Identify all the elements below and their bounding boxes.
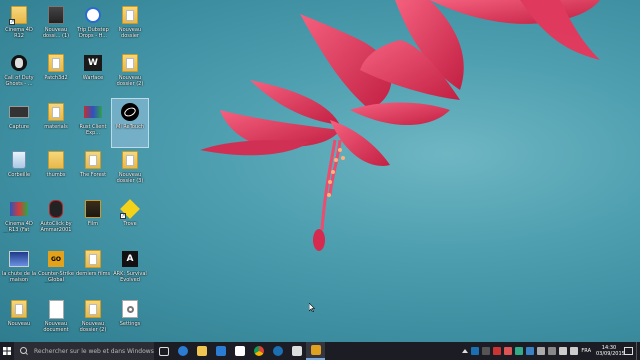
chrome-button[interactable] <box>249 342 268 360</box>
tray-app-icon[interactable] <box>470 347 479 355</box>
folder-icon <box>120 150 140 170</box>
desktop-icon[interactable]: GO Counter-Strike Global Offensive <box>38 246 74 294</box>
clock-date: 03/09/2015 <box>596 351 625 357</box>
text-document-icon <box>46 299 66 319</box>
desktop[interactable]: ↗ Cinema 4D R12 Call of Duty Ghosts - ..… <box>0 0 640 342</box>
folder-icon <box>120 53 140 73</box>
mouse-icon <box>46 199 66 219</box>
desktop-icon[interactable]: The Forest <box>75 147 111 195</box>
desktop-icon[interactable]: Corbeille <box>1 147 37 195</box>
recycle-bin-icon <box>9 150 29 170</box>
folder-icon <box>46 5 66 25</box>
rust-client-icon <box>83 102 103 122</box>
taskbar: Rechercher sur le web et dans Windows FR… <box>0 342 640 360</box>
video-file-icon <box>9 249 29 269</box>
search-placeholder: Rechercher sur le web et dans Windows <box>34 347 154 355</box>
task-view-button[interactable] <box>154 342 173 360</box>
desktop-icon[interactable]: Nouveau document texte <box>38 296 74 342</box>
game-folder-icon <box>83 150 103 170</box>
desktop-icon[interactable]: Nouveau dossier <box>112 2 148 50</box>
pinned-app-icon <box>291 346 302 356</box>
folder-icon <box>83 249 103 269</box>
desktop-icon[interactable]: Capture <box>1 99 37 147</box>
tray-app-icon[interactable] <box>481 347 490 355</box>
desktop-icon-selected[interactable]: Mi ReTouch <box>111 98 149 148</box>
tray-app-icon[interactable] <box>492 347 501 355</box>
search-icon <box>20 347 27 354</box>
show-hidden-icons-icon[interactable] <box>461 349 468 353</box>
desktop-icon[interactable]: Nouveau dossi... (1) <box>38 2 74 50</box>
edge-icon <box>177 346 188 356</box>
file-explorer-icon <box>196 346 207 356</box>
desktop-icon[interactable]: materials <box>38 99 74 147</box>
active-app-button[interactable] <box>306 342 325 360</box>
tray-app-icon[interactable] <box>547 347 556 355</box>
desktop-icon[interactable]: derniers films <box>75 246 111 294</box>
desktop-icon[interactable]: AutoClick by Ammar2001 <box>38 196 74 244</box>
capture-icon <box>9 102 29 122</box>
desktop-icon[interactable]: ↗ Trove <box>112 196 148 244</box>
audio-file-icon <box>83 5 103 25</box>
desktop-icon[interactable]: Nouveau dossier (3) <box>112 147 148 195</box>
desktop-icon[interactable]: thumbs <box>38 147 74 195</box>
chrome-icon <box>253 346 264 356</box>
system-tray: FRA 14:30 03/09/2015 <box>460 342 640 360</box>
desktop-icon[interactable]: Nouveau dossier (2) <box>112 50 148 98</box>
desktop-icon[interactable]: Nouveau dossier (2) <box>75 296 111 342</box>
desktop-icon[interactable]: Trip Dubstep Drops - H... <box>75 2 111 50</box>
desktop-icon[interactable]: A ARK: Survival Evolved <box>112 246 148 294</box>
tray-app-icon[interactable] <box>503 347 512 355</box>
desktop-icon[interactable]: W Warface <box>75 50 111 98</box>
cinema4d-icon <box>9 199 29 219</box>
desktop-icon[interactable]: Patch3d2 <box>38 50 74 98</box>
warface-icon: W <box>83 53 103 73</box>
folder-icon <box>83 299 103 319</box>
tray-app-icon[interactable] <box>514 347 523 355</box>
desktop-icon[interactable]: la chute de la maison blanche <box>1 246 37 294</box>
folder-icon <box>9 299 29 319</box>
desktop-icon[interactable]: Settings <box>112 296 148 342</box>
desktop-icon[interactable]: Cinema 4D R13 (Fat MrBadoom... <box>1 196 37 244</box>
film-folder-icon <box>83 199 103 219</box>
ark-icon: A <box>120 249 140 269</box>
pinned-app-button[interactable] <box>287 342 306 360</box>
store-button[interactable] <box>211 342 230 360</box>
windows-app-button[interactable] <box>230 342 249 360</box>
folder-icon <box>46 102 66 122</box>
volume-icon[interactable] <box>569 347 578 355</box>
edge-button[interactable] <box>173 342 192 360</box>
active-app-icon <box>310 345 321 355</box>
trove-icon: ↗ <box>120 199 140 219</box>
network-icon[interactable] <box>558 347 567 355</box>
settings-icon <box>120 299 140 319</box>
folder-icon: ↗ <box>9 5 29 25</box>
folder-icon <box>46 150 66 170</box>
language-indicator[interactable]: FRA <box>581 348 591 354</box>
steam-button[interactable] <box>268 342 287 360</box>
steam-icon <box>272 346 283 356</box>
desktop-icon[interactable]: Nouveau <box>1 296 37 342</box>
folder-icon <box>46 53 66 73</box>
folder-icon <box>120 5 140 25</box>
notification-icon <box>623 347 633 355</box>
windows-icon <box>234 346 245 356</box>
desktop-icon[interactable]: ↗ Cinema 4D R12 <box>1 2 37 50</box>
task-view-icon <box>158 346 169 356</box>
desktop-icon[interactable]: Call of Duty Ghosts - ... <box>1 50 37 98</box>
app-logo-icon <box>120 102 140 122</box>
desktop-icon[interactable]: Film <box>75 196 111 244</box>
csgo-icon: GO <box>46 249 66 269</box>
file-explorer-button[interactable] <box>192 342 211 360</box>
windows-logo-icon <box>3 347 11 355</box>
tray-app-icon[interactable] <box>536 347 545 355</box>
desktop-icon[interactable]: Rust Client Exp... <box>75 99 111 147</box>
action-center-button[interactable] <box>622 342 634 360</box>
show-desktop-button[interactable] <box>636 342 640 360</box>
store-icon <box>215 346 226 356</box>
search-input[interactable]: Rechercher sur le web et dans Windows <box>14 342 154 360</box>
tray-app-icon[interactable] <box>525 347 534 355</box>
cod-game-icon <box>9 53 29 73</box>
start-button[interactable] <box>0 342 14 360</box>
clock[interactable]: 14:30 03/09/2015 <box>596 345 625 357</box>
